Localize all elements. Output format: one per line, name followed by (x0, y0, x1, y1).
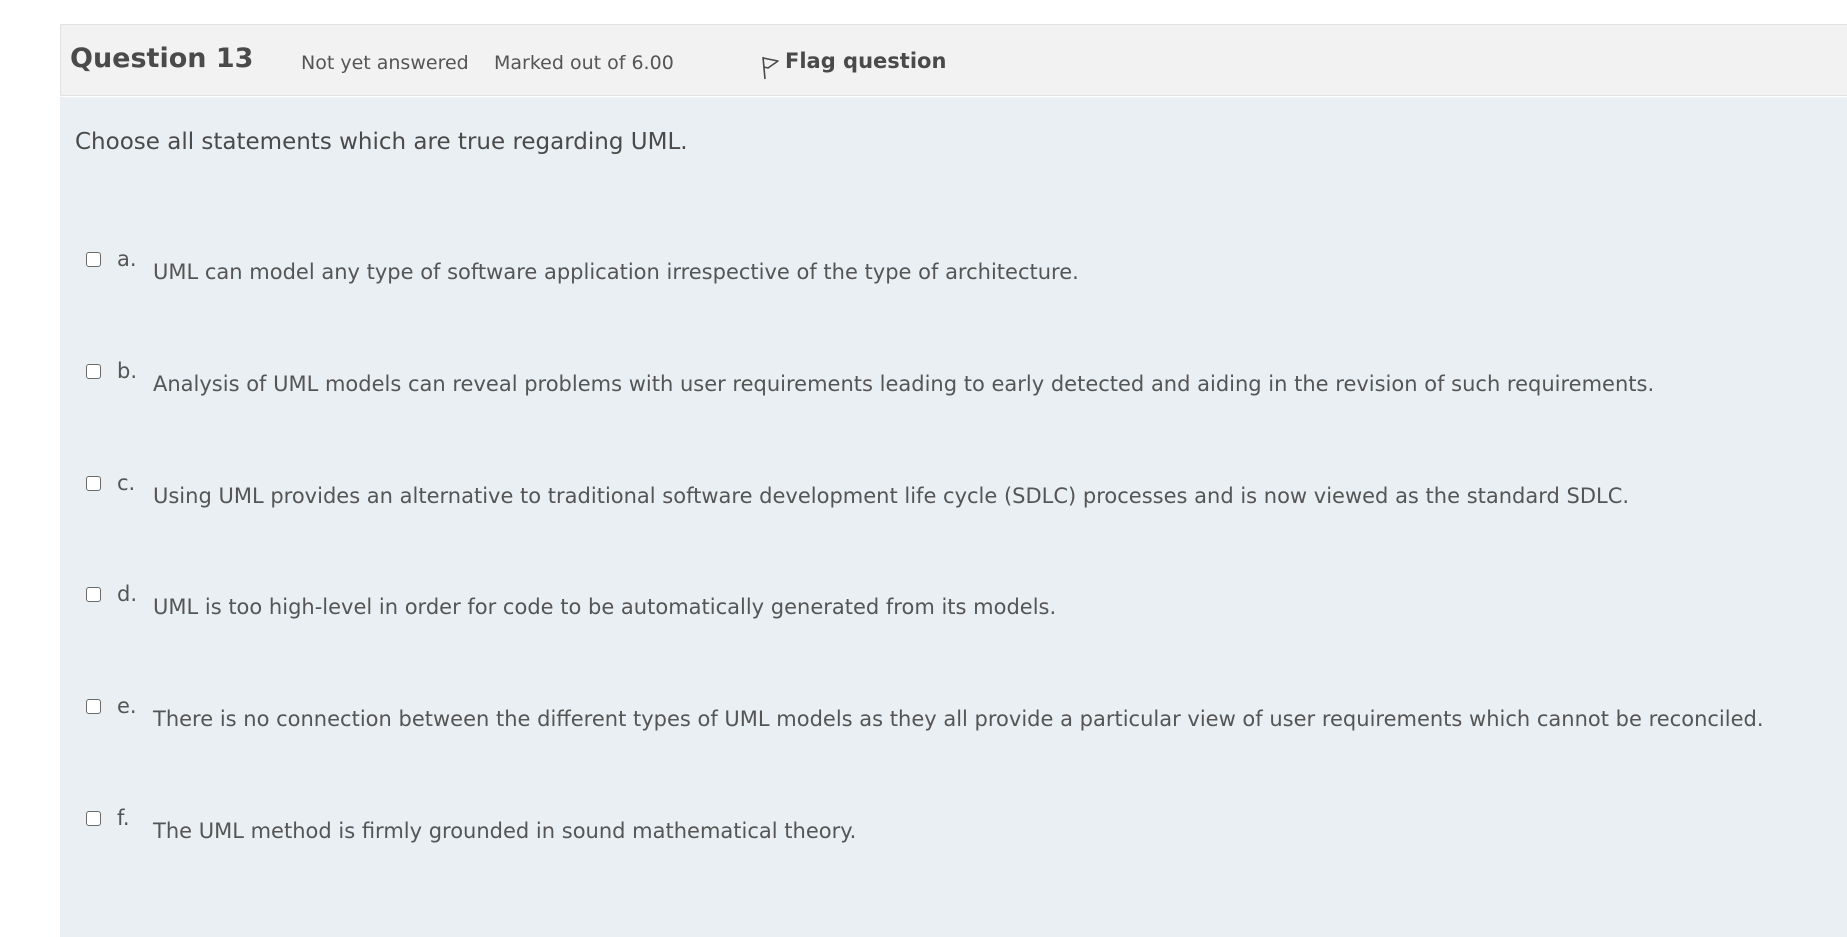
answer-letter: d. (117, 582, 138, 606)
answer-option-f[interactable]: f. The UML method is firmly grounded in … (60, 806, 1847, 871)
question-text: Choose all statements which are true reg… (75, 129, 688, 155)
answer-checkbox-c[interactable] (86, 476, 101, 491)
question-grade: Marked out of 6.00 (494, 52, 674, 74)
answer-checkbox-a[interactable] (86, 252, 101, 267)
answer-checkbox-f[interactable] (86, 811, 101, 826)
answer-letter: c. (117, 471, 136, 495)
answer-checkbox-d[interactable] (86, 587, 101, 602)
answer-option-c[interactable]: c. Using UML provides an alternative to … (60, 471, 1847, 536)
answer-checkbox-e[interactable] (86, 699, 101, 714)
flag-question-label: Flag question (785, 49, 947, 73)
answer-option-d[interactable]: d. UML is too high-level in order for co… (60, 582, 1847, 647)
answer-text[interactable]: There is no connection between the diffe… (153, 707, 1764, 731)
answer-text[interactable]: Analysis of UML models can reveal proble… (153, 372, 1654, 396)
question-content: Choose all statements which are true reg… (60, 97, 1847, 937)
answer-option-e[interactable]: e. There is no connection between the di… (60, 694, 1847, 759)
answer-option-a[interactable]: a. UML can model any type of software ap… (60, 247, 1847, 312)
question-state: Not yet answered (301, 52, 469, 74)
answer-checkbox-b[interactable] (86, 364, 101, 379)
answer-text[interactable]: Using UML provides an alternative to tra… (153, 484, 1629, 508)
flag-question-button[interactable]: Flag question (759, 49, 946, 81)
question-number: Question 13 (70, 43, 254, 74)
flag-icon (762, 56, 779, 80)
answer-letter: f. (117, 806, 130, 830)
answer-option-b[interactable]: b. Analysis of UML models can reveal pro… (60, 359, 1847, 424)
answer-letter: e. (117, 694, 137, 718)
question-info-bar: Question 13 Not yet answered Marked out … (60, 24, 1847, 96)
answer-letter: b. (117, 359, 138, 383)
answer-text[interactable]: The UML method is firmly grounded in sou… (153, 819, 856, 843)
answer-text[interactable]: UML can model any type of software appli… (153, 260, 1079, 284)
answer-letter: a. (117, 247, 137, 271)
question-card: Question 13 Not yet answered Marked out … (60, 24, 1847, 937)
answer-text[interactable]: UML is too high-level in order for code … (153, 595, 1056, 619)
